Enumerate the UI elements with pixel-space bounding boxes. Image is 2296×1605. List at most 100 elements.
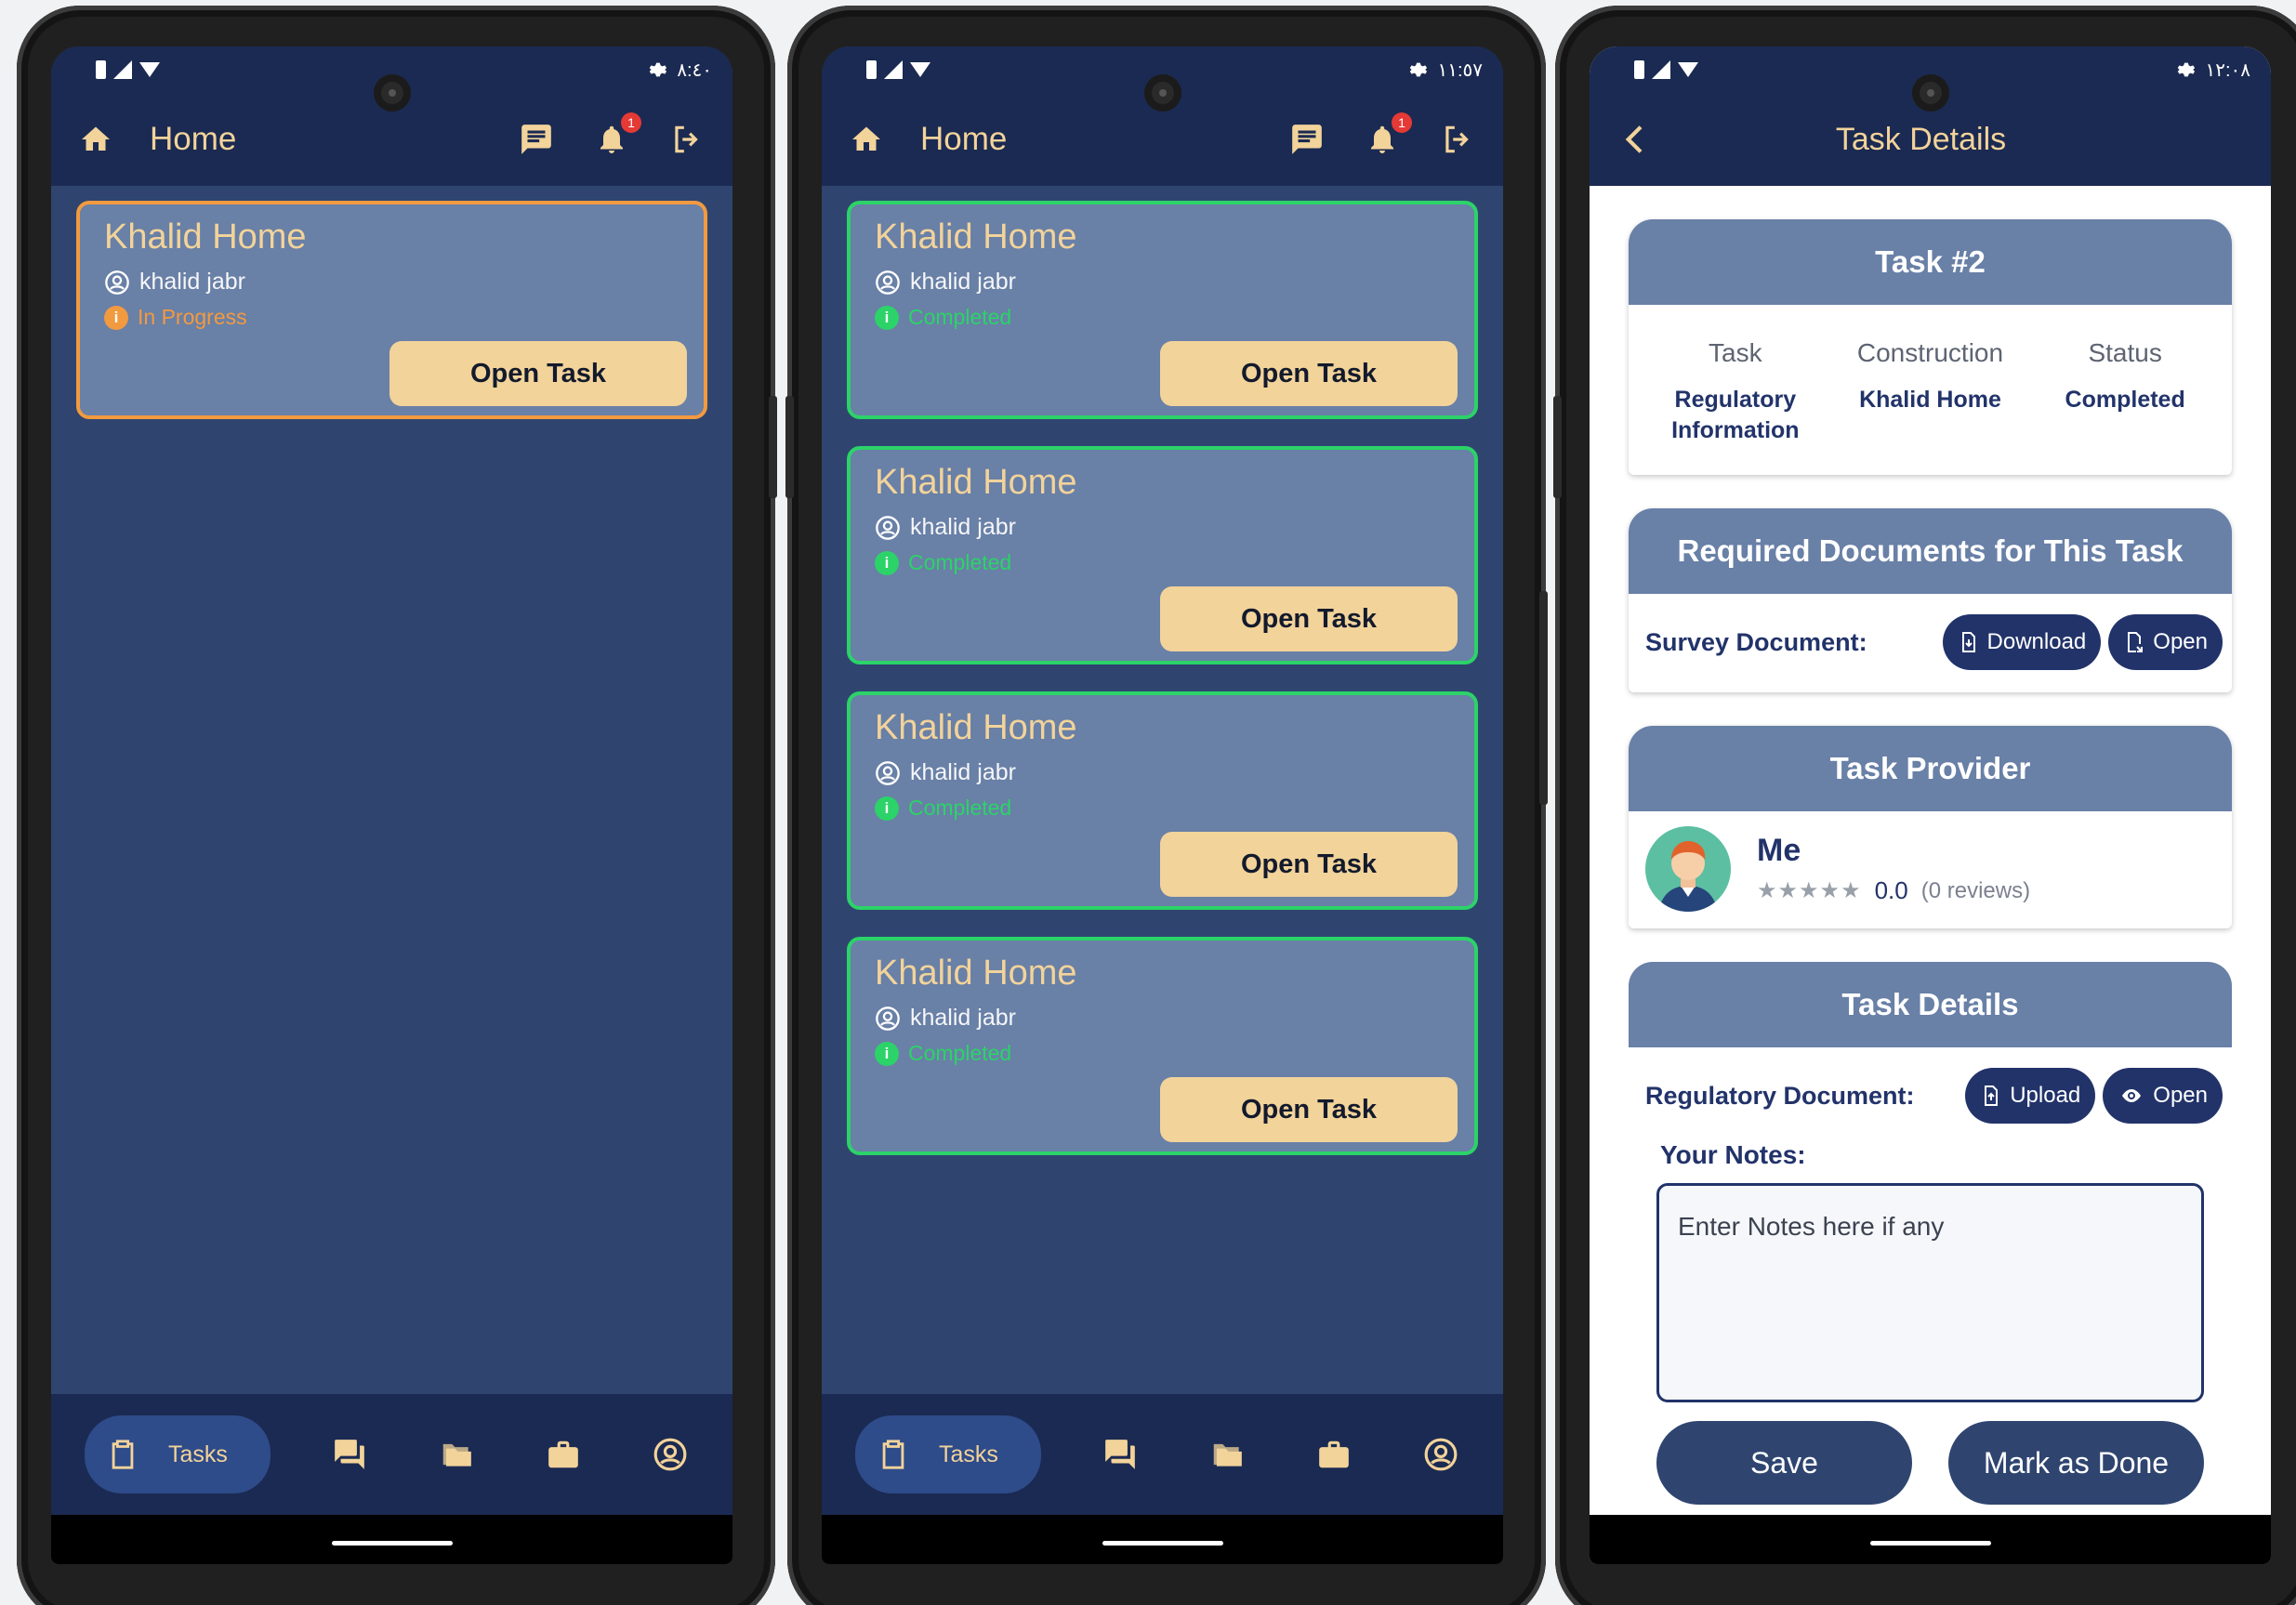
task-provider-title: Task Provider bbox=[1629, 726, 2232, 811]
review-count: (0 reviews) bbox=[1920, 877, 2031, 903]
regulatory-document-label: Regulatory Document: bbox=[1645, 1081, 1915, 1110]
notes-input[interactable]: Enter Notes here if any bbox=[1656, 1183, 2204, 1402]
task-value: Regulatory Information bbox=[1671, 387, 1800, 443]
home-icon[interactable] bbox=[850, 123, 883, 156]
task-card-status: Completed bbox=[908, 796, 1012, 820]
avatar bbox=[1645, 826, 1731, 912]
file-open-icon bbox=[2128, 632, 2144, 652]
back-arrow-icon[interactable] bbox=[1617, 121, 1655, 158]
task-card-user: khalid jabr bbox=[910, 269, 1016, 295]
upload-button[interactable]: Upload bbox=[1965, 1068, 2096, 1124]
folder-icon bbox=[1213, 1443, 1242, 1467]
battery-icon bbox=[866, 60, 877, 79]
signal-icon bbox=[1652, 60, 1670, 79]
upload-label: Upload bbox=[2010, 1083, 2081, 1108]
nav-folders[interactable] bbox=[1199, 1437, 1255, 1472]
open-task-button[interactable]: Open Task bbox=[1160, 341, 1458, 406]
user-icon bbox=[876, 515, 900, 540]
nav-messages[interactable] bbox=[322, 1437, 377, 1472]
nav-portfolio[interactable] bbox=[1306, 1437, 1362, 1472]
nav-profile[interactable] bbox=[642, 1437, 698, 1472]
open-task-button[interactable]: Open Task bbox=[389, 341, 687, 406]
briefcase-icon bbox=[548, 1441, 578, 1468]
home-screen: ٨:٤٠ Home 1 Khalid Home khalid jabr i In… bbox=[51, 46, 732, 1564]
volume-button bbox=[769, 396, 777, 498]
info-icon: i bbox=[875, 1041, 899, 1066]
info-icon: i bbox=[875, 305, 899, 330]
file-upload-icon bbox=[1985, 1085, 1999, 1106]
home-icon[interactable] bbox=[79, 123, 112, 156]
home-indicator[interactable] bbox=[1869, 1541, 1991, 1546]
chat-icon[interactable] bbox=[519, 122, 554, 157]
rating-value: 0.0 bbox=[1874, 876, 1908, 904]
task-card-title: Khalid Home bbox=[875, 708, 1077, 747]
info-icon: i bbox=[875, 796, 899, 821]
bottom-nav: Tasks bbox=[822, 1394, 1503, 1515]
required-documents-card: Required Documents for This Task Survey … bbox=[1629, 508, 2232, 692]
notification-badge: 1 bbox=[1392, 112, 1412, 133]
user-icon bbox=[876, 270, 900, 295]
chat-icon[interactable] bbox=[1289, 122, 1325, 157]
notification-badge: 1 bbox=[621, 112, 641, 133]
phone-home-in-progress: ٨:٤٠ Home 1 Khalid Home khalid jabr i In… bbox=[17, 6, 777, 1605]
task-card-status: Completed bbox=[908, 550, 1012, 574]
open-task-button[interactable]: Open Task bbox=[1160, 832, 1458, 897]
nav-portfolio[interactable] bbox=[535, 1437, 591, 1472]
task-card-user: khalid jabr bbox=[910, 759, 1016, 785]
page-title: Home bbox=[150, 121, 237, 157]
open-regulatory-button[interactable]: Open bbox=[2103, 1068, 2223, 1124]
bottom-nav: Tasks bbox=[51, 1394, 732, 1515]
clipboard-icon bbox=[112, 1440, 134, 1469]
notifications-button[interactable]: 1 bbox=[1366, 112, 1412, 157]
task-details-card: Task Details Regulatory Document: Upload… bbox=[1629, 962, 2232, 1505]
account-circle-icon bbox=[1424, 1438, 1458, 1471]
status-label: Status bbox=[2088, 338, 2162, 367]
page-title: Home bbox=[920, 121, 1008, 157]
task-card: Khalid Home khalid jabr i Completed Open … bbox=[847, 201, 1478, 419]
mark-as-done-button[interactable]: Mark as Done bbox=[1948, 1421, 2204, 1505]
signal-icon bbox=[884, 60, 903, 79]
forum-icon bbox=[335, 1440, 364, 1469]
task-card-user: khalid jabr bbox=[139, 269, 245, 295]
open-task-button[interactable]: Open Task bbox=[1160, 586, 1458, 651]
page-title: Task Details bbox=[1835, 121, 2007, 157]
task-card-status: Completed bbox=[908, 1041, 1012, 1065]
notifications-button[interactable]: 1 bbox=[595, 112, 641, 157]
settings-gear-icon bbox=[1410, 62, 1428, 77]
task-card-status: In Progress bbox=[138, 305, 247, 329]
wifi-icon bbox=[1678, 62, 1698, 77]
status-time: ١٢:٠٨ bbox=[2205, 59, 2250, 81]
download-button[interactable]: Download bbox=[1942, 614, 2102, 670]
nav-profile[interactable] bbox=[1413, 1437, 1469, 1472]
logout-icon[interactable] bbox=[1440, 122, 1475, 157]
task-card: Khalid Home khalid jabr i In Progress Op… bbox=[76, 201, 707, 419]
gesture-bar-area bbox=[51, 1515, 732, 1564]
battery-icon bbox=[96, 60, 106, 79]
open-survey-button[interactable]: Open bbox=[2108, 614, 2223, 670]
task-card-user: khalid jabr bbox=[910, 514, 1016, 540]
settings-gear-icon bbox=[649, 62, 667, 77]
info-icon: i bbox=[104, 305, 128, 330]
task-details-content: Task #2 Task Regulatory Information Const… bbox=[1590, 186, 2271, 1515]
nav-tasks-label: Tasks bbox=[168, 1441, 228, 1467]
logout-icon[interactable] bbox=[669, 122, 705, 157]
info-icon: i bbox=[875, 550, 899, 575]
home-indicator[interactable] bbox=[1102, 1541, 1223, 1546]
nav-messages[interactable] bbox=[1092, 1437, 1148, 1472]
open-label: Open bbox=[2153, 629, 2208, 654]
open-label: Open bbox=[2153, 1083, 2208, 1108]
task-summary-card: Task #2 Task Regulatory Information Const… bbox=[1629, 219, 2232, 475]
home-screen: ١١:٥٧ Home 1 Khalid Home khalid jabr i Co… bbox=[822, 46, 1503, 1564]
nav-tasks[interactable]: Tasks bbox=[855, 1415, 1041, 1493]
gesture-bar-area bbox=[1590, 1515, 2271, 1564]
gesture-bar-area bbox=[822, 1515, 1503, 1564]
open-task-button[interactable]: Open Task bbox=[1160, 1077, 1458, 1142]
volume-button bbox=[1553, 396, 1562, 498]
front-camera bbox=[373, 74, 411, 112]
task-card-user: khalid jabr bbox=[910, 1005, 1016, 1031]
nav-tasks[interactable]: Tasks bbox=[85, 1415, 271, 1493]
save-button[interactable]: Save bbox=[1656, 1421, 1912, 1505]
nav-folders[interactable] bbox=[429, 1437, 484, 1472]
download-label: Download bbox=[1986, 629, 2087, 654]
home-indicator[interactable] bbox=[331, 1541, 453, 1546]
